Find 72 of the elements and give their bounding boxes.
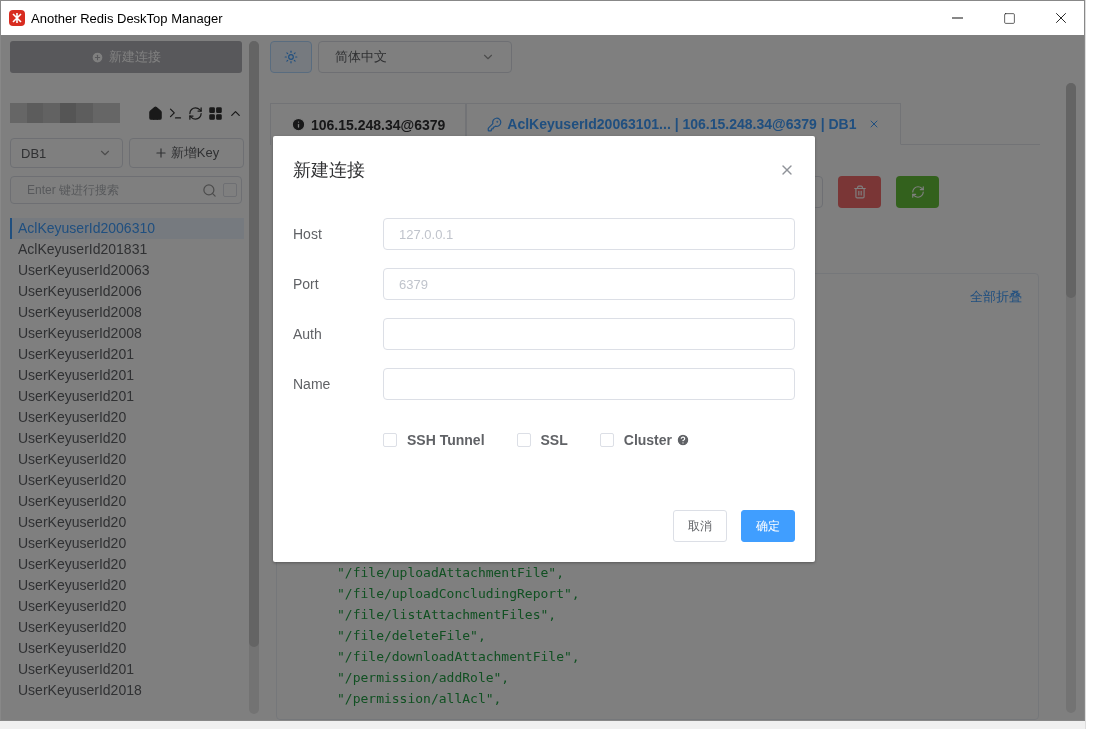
key-item[interactable]: UserKeyuserId20063	[10, 260, 244, 281]
input-field[interactable]	[383, 368, 795, 400]
window-title: Another Redis DeskTop Manager	[31, 10, 224, 26]
field-label: Name	[293, 376, 332, 392]
code-line: "/file/downloadAttachmentFile",	[337, 648, 581, 666]
scrollbar[interactable]	[1066, 83, 1076, 713]
trash-icon	[852, 185, 867, 199]
code-line: "/file/uploadConcludingReport",	[337, 585, 581, 603]
key-item[interactable]: UserKeyuserId20	[10, 512, 244, 533]
search-icon	[202, 182, 217, 198]
delete-button[interactable]	[838, 176, 881, 208]
key-item[interactable]: UserKeyuserId201	[10, 365, 244, 386]
refresh-icon	[910, 185, 925, 199]
checkbox[interactable]	[383, 433, 397, 447]
plus-icon	[153, 146, 168, 160]
option-label: SSL	[540, 432, 568, 448]
maximize-icon	[1002, 11, 1016, 25]
key-item[interactable]: UserKeyuserId20	[10, 428, 244, 449]
scrollbar[interactable]	[249, 41, 259, 714]
theme-button[interactable]	[270, 41, 312, 73]
dialog-title: 新建连接	[293, 159, 365, 182]
field-label: Host	[293, 226, 323, 242]
key-item[interactable]: UserKeyuserId20	[10, 575, 244, 596]
grid-icon[interactable]	[208, 105, 223, 121]
code-line: "/file/listAttachmentFiles",	[337, 606, 558, 624]
minimize-icon	[951, 17, 963, 19]
checkbox[interactable]	[516, 433, 531, 447]
terminal-icon[interactable]	[168, 105, 183, 121]
cancel-button[interactable]: 取消	[673, 510, 727, 542]
plus-circle-icon	[91, 50, 104, 64]
add-key-button[interactable]: 新增Key	[129, 138, 244, 168]
sun-icon	[284, 50, 298, 64]
refresh-button[interactable]	[896, 176, 939, 208]
confirm-button[interactable]: 确定	[741, 510, 795, 542]
key-item[interactable]: UserKeyuserId2008	[10, 302, 244, 323]
key-item[interactable]: UserKeyuserId20	[10, 533, 244, 554]
option-label: SSH Tunnel	[407, 432, 485, 448]
input-field[interactable]	[383, 318, 795, 350]
language-select[interactable]: 简体中文	[318, 41, 512, 73]
key-item[interactable]: UserKeyuserId201	[10, 386, 244, 407]
field-label: Port	[293, 276, 320, 292]
refresh-icon[interactable]	[188, 105, 203, 121]
key-item[interactable]: UserKeyuserId20	[10, 554, 244, 575]
home-icon[interactable]	[148, 105, 163, 121]
code-line: "/file/uploadAttachmentFile",	[337, 564, 565, 582]
key-item[interactable]: UserKeyuserId201	[10, 344, 244, 365]
field-label: Auth	[293, 326, 323, 342]
key-item[interactable]: UserKeyuserId20	[10, 407, 244, 428]
key-item[interactable]: UserKeyuserId2018	[10, 680, 244, 701]
option-label: Cluster	[623, 432, 672, 448]
info-icon	[291, 117, 306, 132]
code-line: "/permission/allAcl",	[337, 690, 503, 708]
collapse-all-link[interactable]: 全部折叠	[970, 288, 1022, 306]
key-icon	[487, 116, 503, 132]
code-line: "/permission/addRole",	[337, 669, 511, 687]
input-field[interactable]: 127.0.0.1	[383, 218, 795, 250]
key-item[interactable]: UserKeyuserId2008	[10, 323, 244, 344]
input-field[interactable]: 6379	[383, 268, 795, 300]
key-item[interactable]: UserKeyuserId20	[10, 449, 244, 470]
key-item[interactable]: UserKeyuserId20	[10, 470, 244, 491]
key-item[interactable]: UserKeyuserId2006	[10, 281, 244, 302]
checkbox[interactable]	[599, 433, 614, 447]
app-logo-icon	[9, 10, 25, 26]
key-item[interactable]: UserKeyuserId20	[10, 491, 244, 512]
key-item[interactable]: AclKeyuserId201831	[10, 239, 244, 260]
db-select[interactable]: DB1	[10, 138, 123, 168]
code-line: "/file/deleteFile",	[337, 627, 487, 645]
key-item[interactable]: UserKeyuserId201	[10, 659, 244, 680]
key-item[interactable]: UserKeyuserId20	[10, 596, 244, 617]
key-item[interactable]: UserKeyuserId20	[10, 638, 244, 659]
key-item[interactable]: AclKeyuserId2006310	[10, 218, 244, 239]
key-item[interactable]: UserKeyuserId20	[10, 617, 244, 638]
